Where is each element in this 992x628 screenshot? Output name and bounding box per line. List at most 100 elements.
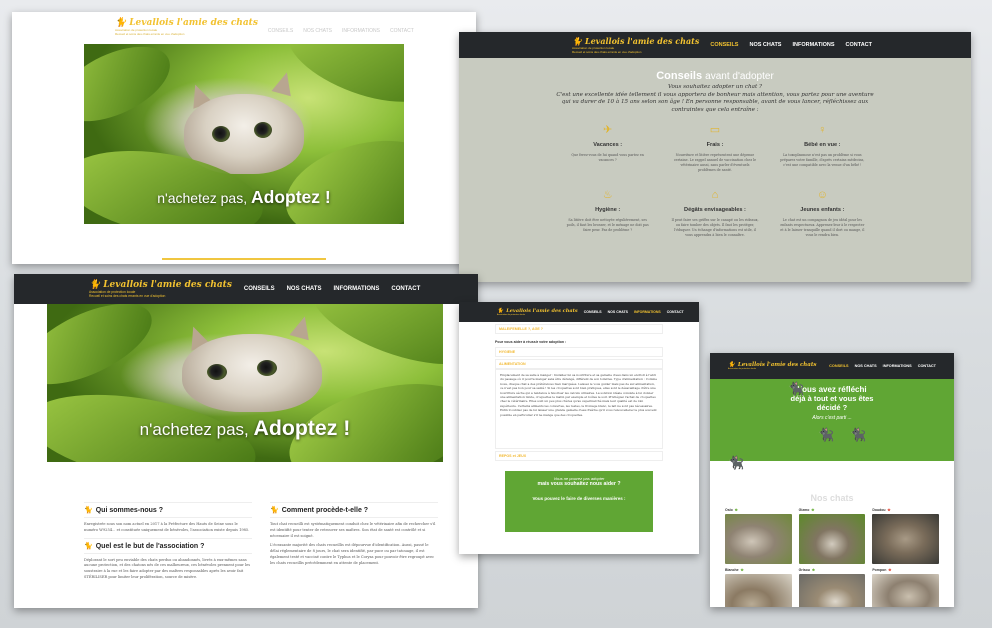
cat-photo xyxy=(725,514,792,564)
accordion-male-femelle[interactable]: MALE/FEMELLE ?, AGE ? xyxy=(495,324,663,334)
alimentation-text: Emplacement de sa salle à manger : Insta… xyxy=(495,369,663,449)
advice-title: Bébé en vue : xyxy=(804,142,841,149)
header: 🐈 Levallois l'amie des chats Association … xyxy=(459,302,699,322)
cat-logo-icon: 🐈 xyxy=(89,280,101,290)
nav-contact[interactable]: CONTACT xyxy=(667,310,684,314)
logo[interactable]: 🐈 Levallois l'amie des chats Association … xyxy=(572,36,699,54)
answer-text: Déplorant le sort peu enviable des chats… xyxy=(84,557,251,579)
paw-icon: ❀ xyxy=(734,508,738,512)
nav-nos-chats[interactable]: NOS CHATS xyxy=(855,364,877,368)
header: 🐈 Levallois l'amie des chats Association … xyxy=(459,32,971,58)
nav-contact[interactable]: CONTACT xyxy=(390,28,414,34)
brand-tagline: Association de protection locale xyxy=(728,368,757,370)
cat-card[interactable]: Oslo ❀ xyxy=(725,508,792,564)
cat-card[interactable]: Pompon ❀ xyxy=(872,568,939,607)
cat-photo xyxy=(725,574,792,607)
nav-contact[interactable]: CONTACT xyxy=(846,42,872,48)
question-heading: 🐈 Quel est le but de l'association ? xyxy=(84,537,252,554)
cat-bullet-icon: 🐈 xyxy=(84,507,93,514)
advice-degats: ⌂ Dégâts envisageables : Il peut faire s… xyxy=(671,189,758,238)
nav-informations[interactable]: INFORMATIONS xyxy=(634,310,661,314)
nav-nos-chats[interactable]: NOS CHATS xyxy=(608,310,628,314)
cat-name: Pompon xyxy=(872,568,887,572)
hero-image: n'achetez pas, Adoptez ! xyxy=(84,44,404,224)
screenshot-conseils: 🐈 Levallois l'amie des chats Association … xyxy=(459,32,971,282)
accordion-hygiene[interactable]: HYGIENE xyxy=(495,347,663,357)
section-divider xyxy=(162,258,326,260)
advice-title: Vacances : xyxy=(593,142,623,149)
main-nav: CONSEILS NOS CHATS INFORMATIONS CONTACT xyxy=(578,310,684,314)
advice-text: Sa litière doit être nettoyée régulièrem… xyxy=(566,218,649,233)
nav-informations[interactable]: INFORMATIONS xyxy=(883,364,912,368)
cat-silhouette-icon: 🐈‍⬛ xyxy=(850,427,867,442)
advice-title: Hygiène : xyxy=(595,207,621,214)
answer-text: Enregistrée sous son nom actuel en 2017 … xyxy=(84,522,250,532)
about-section: 🐈 Qui sommes-nous ? Enregistrée sous son … xyxy=(84,502,438,585)
accordion-repos-jeux[interactable]: REPOS et JEUX xyxy=(495,451,663,461)
intro-question: Vous souhaitez adopter un chat ? xyxy=(668,84,762,90)
cat-photo xyxy=(872,574,939,607)
hero-image: n'achetez pas, Adoptez ! xyxy=(47,304,443,462)
brand-tagline: Association de protection locale xyxy=(497,314,526,316)
nav-conseils[interactable]: CONSEILS xyxy=(244,286,275,292)
adoption-banner: 🐈‍⬛ 🐈‍⬛ 🐈‍⬛ 🐈‍⬛ Vous avez réfléchi déjà … xyxy=(710,379,954,470)
cat-photo xyxy=(872,514,939,564)
nav-contact[interactable]: CONTACT xyxy=(391,286,420,292)
nav-nos-chats[interactable]: NOS CHATS xyxy=(303,28,332,34)
help-cta[interactable]: Vous ne pouvez pas adopter mais vous sou… xyxy=(505,471,653,532)
cat-card[interactable]: Grisou ❀ xyxy=(798,568,866,607)
logo[interactable]: 🐈 Levallois l'amie des chats Association … xyxy=(497,308,578,316)
advice-vacances: ✈ Vacances : Que ferez-vous de lui quand… xyxy=(564,124,651,173)
nav-informations[interactable]: INFORMATIONS xyxy=(333,286,379,292)
hero-caption-pre: n'achetez pas, xyxy=(157,190,248,206)
nav-conseils[interactable]: CONSEILS xyxy=(268,28,293,34)
cat-name: Grisou xyxy=(798,568,810,572)
cat-photo xyxy=(798,514,866,564)
accordion-alimentation[interactable]: ALIMENTATION xyxy=(495,359,663,369)
house-icon: ⌂ xyxy=(711,189,719,202)
paw-icon: ❀ xyxy=(888,568,892,572)
logo[interactable]: 🐈 Levallois l'amie des chats Association … xyxy=(89,280,232,298)
nav-nos-chats[interactable]: NOS CHATS xyxy=(287,286,322,292)
nav-conseils[interactable]: CONSEILS xyxy=(710,42,738,48)
hygiene-icon: ♨ xyxy=(602,189,613,202)
paw-icon: ❀ xyxy=(811,568,815,572)
nav-informations[interactable]: INFORMATIONS xyxy=(792,42,834,48)
cat-card[interactable]: Gizmo ❀ xyxy=(798,508,866,564)
intro-paragraph: C'est une excellente idée tellement il v… xyxy=(556,91,874,113)
hero-caption: n'achetez pas, Adoptez ! xyxy=(47,416,443,441)
main-nav: CONSEILS NOS CHATS INFORMATIONS CONTACT xyxy=(699,42,872,48)
screenshot-home-light: 🐈 Levallois l'amie des chats Association … xyxy=(12,12,476,264)
cat-logo-icon: 🐈 xyxy=(115,18,127,28)
cat-card[interactable]: Doudou ❀ xyxy=(872,508,939,564)
nav-informations[interactable]: INFORMATIONS xyxy=(342,28,380,34)
nav-contact[interactable]: CONTACT xyxy=(918,364,936,368)
advice-text: Il peut faire ses griffes sur le canapé … xyxy=(671,218,759,238)
cat-card[interactable]: Blanche ❀ xyxy=(725,568,792,607)
question-heading: 🐈 Comment procède-t-elle ? xyxy=(270,502,438,518)
brand-name: Levallois l'amie des chats xyxy=(584,36,700,46)
advice-grid: ✈ Vacances : Que ferez-vous de lui quand… xyxy=(564,124,866,238)
intro-text: Vous souhaitez adopter un chat ? C'est u… xyxy=(555,84,875,114)
advice-text: Que ferez-vous de lui quand vous partez … xyxy=(571,153,644,163)
advice-hygiene: ♨ Hygiène : Sa litière doit être nettoyé… xyxy=(564,189,651,238)
advice-title: Frais : xyxy=(706,142,724,149)
brand-name: Levallois l'amie des chats xyxy=(103,280,232,290)
page-title-suffix: avant d'adopter xyxy=(705,71,774,82)
advice-text: La toxoplasmose n'est pas un problème si… xyxy=(780,153,865,168)
banner-line-4: Alors c'est parti ... xyxy=(812,415,852,421)
cat-bullet-icon: 🐈 xyxy=(84,542,93,550)
logo[interactable]: 🐈 Levallois l'amie des chats Association … xyxy=(728,362,817,370)
nav-conseils[interactable]: CONSEILS xyxy=(584,310,602,314)
hero-caption-strong: Adoptez ! xyxy=(251,187,331,207)
hero-caption: n'achetez pas, Adoptez ! xyxy=(84,187,404,208)
child-icon: ☺ xyxy=(816,189,828,202)
logo[interactable]: 🐈 Levallois l'amie des chats Association … xyxy=(115,18,258,44)
answer-text: Tout chat recueilli est systématiquement… xyxy=(270,522,436,538)
page-title-main: Conseils xyxy=(656,70,703,82)
advice-text: Nourriture et litière représentent une d… xyxy=(673,153,757,173)
nav-conseils[interactable]: CONSEILS xyxy=(829,364,848,368)
nav-nos-chats[interactable]: NOS CHATS xyxy=(749,42,781,48)
cat-photo xyxy=(798,574,866,607)
cat-logo-icon: 🐈 xyxy=(572,36,582,46)
